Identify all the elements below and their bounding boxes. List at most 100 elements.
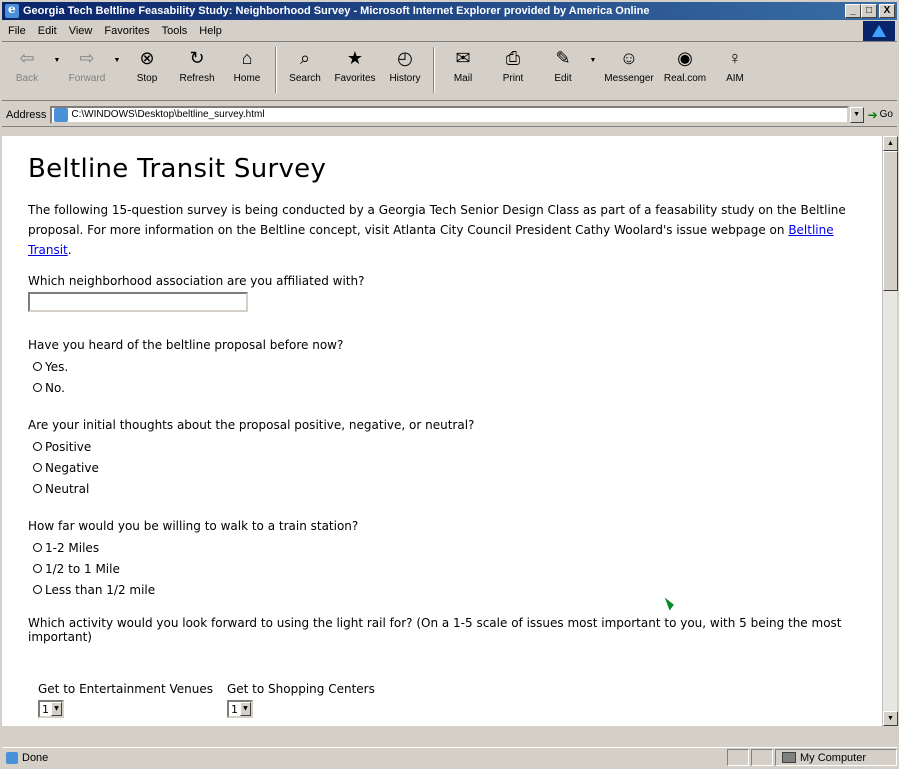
history-button[interactable]: ◴ History <box>380 47 430 85</box>
option-label: Neutral <box>45 481 90 496</box>
rank-select[interactable]: 1 ▼ <box>226 700 253 718</box>
messenger-button[interactable]: ☺ Messenger <box>598 47 660 85</box>
favorites-label: Favorites <box>334 73 376 84</box>
maximize-button[interactable]: □ <box>861 4 877 18</box>
aim-icon: ♀ <box>728 47 742 68</box>
radio-button[interactable] <box>33 564 42 573</box>
address-input[interactable]: C:\WINDOWS\Desktop\beltline_survey.html <box>50 105 849 124</box>
rank-items: Get to Entertainment Venues 1 ▼ Get to S… <box>38 682 872 718</box>
radio-option[interactable]: No. <box>28 377 872 398</box>
search-button[interactable]: ⌕ Search <box>280 47 330 85</box>
window-controls: _ □ X <box>845 4 895 18</box>
radio-option[interactable]: 1/2 to 1 Mile <box>28 558 872 579</box>
radio-button[interactable] <box>33 585 42 594</box>
radio-option[interactable]: Positive <box>28 436 872 457</box>
radio-button[interactable] <box>33 442 42 451</box>
history-label: History <box>389 73 421 84</box>
go-label: Go <box>879 109 893 120</box>
status-text-pane: Done <box>2 751 725 764</box>
scroll-down-icon[interactable]: ▼ <box>883 711 898 726</box>
browser-window: Georgia Tech Beltline Feasability Study:… <box>0 0 899 769</box>
window-title: Georgia Tech Beltline Feasability Study:… <box>23 5 650 17</box>
ie-logo-icon[interactable] <box>5 2 19 18</box>
home-icon: ⌂ <box>241 47 253 68</box>
go-arrow-icon: ➔ <box>867 107 878 122</box>
aim-button[interactable]: ♀ AIM <box>710 47 760 85</box>
chevron-down-icon[interactable]: ▼ <box>51 702 62 716</box>
menu-favorites[interactable]: Favorites <box>98 25 155 37</box>
radio-option[interactable]: Yes. <box>28 356 872 377</box>
rank-label: Get to Shopping Centers <box>226 682 375 696</box>
vertical-scrollbar[interactable]: ▲ ▼ <box>882 136 898 726</box>
radio-button[interactable] <box>33 463 42 472</box>
back-label: Back <box>15 73 39 84</box>
go-button[interactable]: ➔ Go <box>864 108 897 122</box>
search-label: Search <box>289 73 321 84</box>
menu-file[interactable]: File <box>2 25 32 37</box>
rank-select[interactable]: 1 ▼ <box>38 700 64 718</box>
back-arrow-icon: ⇦ <box>19 47 35 68</box>
question-1: Which neighborhood association are you a… <box>28 274 365 288</box>
radio-option[interactable]: Neutral <box>28 478 872 499</box>
favorites-button[interactable]: ★ Favorites <box>330 47 380 85</box>
menu-tools[interactable]: Tools <box>156 25 194 37</box>
refresh-label: Refresh <box>179 73 215 84</box>
radio-button[interactable] <box>33 543 42 552</box>
address-label: Address <box>6 108 47 121</box>
neighborhood-input[interactable] <box>28 292 248 312</box>
scroll-thumb[interactable] <box>883 151 898 291</box>
page-title: Beltline Transit Survey <box>28 154 327 184</box>
chevron-down-icon[interactable]: ▼ <box>239 702 251 716</box>
rank-value: 1 <box>230 702 238 716</box>
back-button[interactable]: ⇦ Back <box>2 47 52 85</box>
rank-label: Get to Entertainment Venues <box>38 682 213 696</box>
status-pane <box>751 749 773 766</box>
menu-edit[interactable]: Edit <box>32 25 63 37</box>
menu-help[interactable]: Help <box>193 25 228 37</box>
print-button[interactable]: ⎙ Print <box>488 47 538 85</box>
radio-button[interactable] <box>33 362 42 371</box>
standard-toolbar: ⇦ Back ▼ ⇨ Forward ▼ ⊗ Stop ↻ Refresh ⌂ … <box>2 43 897 101</box>
zone-label: My Computer <box>800 751 867 764</box>
edit-label: Edit <box>554 73 572 84</box>
radio-option[interactable]: 1-2 Miles <box>28 537 872 558</box>
question-3: Are your initial thoughts about the prop… <box>28 418 475 432</box>
close-button[interactable]: X <box>879 4 895 18</box>
forward-dropdown-icon[interactable]: ▼ <box>112 57 122 64</box>
page-content: Beltline Transit Survey The following 15… <box>2 136 882 726</box>
computer-icon <box>782 752 796 763</box>
stop-button[interactable]: ⊗ Stop <box>122 47 172 85</box>
radio-option[interactable]: Less than 1/2 mile <box>28 579 872 600</box>
stop-icon: ⊗ <box>139 47 155 68</box>
real-icon: ◉ <box>677 47 693 68</box>
question-5: Which activity would you look forward to… <box>28 616 842 644</box>
back-dropdown-icon[interactable]: ▼ <box>52 57 62 64</box>
forward-label: Forward <box>68 73 106 84</box>
favorites-icon: ★ <box>346 47 364 68</box>
radio-button[interactable] <box>33 484 42 493</box>
stop-label: Stop <box>136 73 158 84</box>
refresh-button[interactable]: ↻ Refresh <box>172 47 222 85</box>
home-button[interactable]: ⌂ Home <box>222 47 272 85</box>
rank-entertainment: Get to Entertainment Venues 1 ▼ <box>38 682 213 718</box>
question-2: Have you heard of the beltline proposal … <box>28 338 344 352</box>
address-dropdown-icon[interactable]: ▼ <box>849 106 864 123</box>
status-pane <box>727 749 749 766</box>
home-label: Home <box>233 73 261 84</box>
edit-button[interactable]: ✎ Edit <box>538 47 588 85</box>
mail-button[interactable]: ✉ Mail <box>438 47 488 85</box>
radio-button[interactable] <box>33 383 42 392</box>
scroll-up-icon[interactable]: ▲ <box>883 136 898 151</box>
option-label: Positive <box>45 439 92 454</box>
minimize-button[interactable]: _ <box>845 4 861 18</box>
title-bar[interactable]: Georgia Tech Beltline Feasability Study:… <box>2 2 897 20</box>
real-button[interactable]: ◉ Real.com <box>660 47 710 85</box>
page-done-icon <box>6 751 18 764</box>
forward-button[interactable]: ⇨ Forward <box>62 47 112 85</box>
edit-dropdown-icon[interactable]: ▼ <box>588 57 598 64</box>
menu-view[interactable]: View <box>63 25 99 37</box>
question-4: How far would you be willing to walk to … <box>28 519 359 533</box>
mail-icon: ✉ <box>455 47 471 68</box>
security-zone: My Computer <box>775 749 897 766</box>
radio-option[interactable]: Negative <box>28 457 872 478</box>
